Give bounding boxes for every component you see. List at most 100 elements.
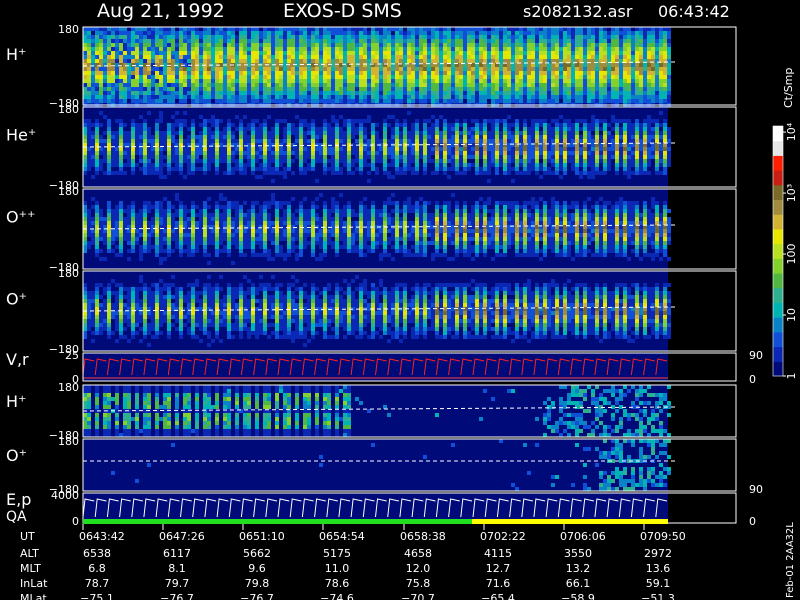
heatmap-cell [131, 127, 135, 131]
heatmap-cell [555, 35, 559, 39]
heatmap-cell [99, 27, 103, 31]
heatmap-cell [339, 71, 343, 75]
heatmap-cell [439, 47, 443, 51]
heatmap-cell [647, 95, 651, 99]
heatmap-cell [175, 237, 179, 241]
heatmap-cell [507, 43, 511, 47]
heatmap-cell [519, 131, 523, 135]
heatmap-cell [171, 83, 175, 87]
heatmap-cell [115, 119, 119, 123]
heatmap-cell [219, 131, 223, 135]
heatmap-cell [175, 151, 179, 155]
heatmap-cell [519, 55, 523, 59]
heatmap-cell [323, 51, 327, 55]
heatmap-cell [635, 31, 639, 35]
heatmap-cell [551, 159, 555, 163]
heatmap-cell [515, 35, 519, 39]
heatmap-cell [191, 91, 195, 95]
heatmap-cell [667, 127, 671, 131]
heatmap-cell [143, 139, 147, 143]
heatmap-cell [463, 131, 467, 135]
heatmap-cell [83, 135, 87, 139]
heatmap-cell [99, 39, 103, 43]
heatmap-cell [131, 95, 135, 99]
heatmap-cell [515, 139, 519, 143]
heatmap-cell [155, 83, 159, 87]
heatmap-cell [571, 51, 575, 55]
heatmap-cell [371, 167, 375, 171]
heatmap-cell [599, 155, 603, 159]
heatmap-cell [119, 55, 123, 59]
heatmap-cell [83, 159, 87, 163]
heatmap-cell [251, 123, 255, 127]
heatmap-cell [131, 171, 135, 175]
heatmap-cell [543, 155, 547, 159]
heatmap-cell [431, 127, 435, 131]
heatmap-cell [383, 35, 387, 39]
heatmap-cell [623, 155, 627, 159]
heatmap-cell [531, 43, 535, 47]
heatmap-cell [263, 27, 267, 31]
heatmap-cell [231, 27, 235, 31]
heatmap-cell [107, 135, 111, 139]
heatmap-cell [391, 79, 395, 83]
heatmap-cell [227, 147, 231, 151]
heatmap-cell [291, 51, 295, 55]
heatmap-cell [583, 119, 587, 123]
heatmap-cell [299, 71, 303, 75]
heatmap-cell [91, 151, 95, 155]
heatmap-cell [291, 159, 295, 163]
heatmap-cell [139, 151, 143, 155]
heatmap-cell [395, 147, 399, 151]
heatmap-cell [263, 147, 267, 151]
heatmap-cell [539, 147, 543, 151]
heatmap-cell [359, 63, 363, 67]
heatmap-cell [595, 139, 599, 143]
heatmap-cell [483, 87, 487, 91]
heatmap-cell [227, 67, 231, 71]
heatmap-cell [479, 51, 483, 55]
heatmap-cell [107, 147, 111, 151]
heatmap-cell [527, 83, 531, 87]
heatmap-cell [83, 151, 87, 155]
heatmap-cell [399, 139, 403, 143]
heatmap-cell [619, 135, 623, 139]
heatmap-cell [531, 135, 535, 139]
heatmap-cell [343, 139, 347, 143]
heatmap-cell [251, 147, 255, 151]
heatmap-cell [435, 75, 439, 79]
heatmap-cell [279, 155, 283, 159]
heatmap-cell [379, 91, 383, 95]
heatmap-cell [627, 87, 631, 91]
heatmap-cell [447, 67, 451, 71]
heatmap-cell [423, 127, 427, 131]
heatmap-cell [95, 209, 99, 213]
heatmap-cell [95, 221, 99, 225]
heatmap-cell [355, 147, 359, 151]
heatmap-cell [247, 123, 251, 127]
panel-0: 180−180H⁺ [6, 23, 737, 110]
heatmap-cell [427, 27, 431, 31]
heatmap-cell [591, 87, 595, 91]
heatmap-cell [395, 83, 399, 87]
heatmap-cell [147, 51, 151, 55]
heatmap-cell [395, 119, 399, 123]
heatmap-cell [231, 35, 235, 39]
heatmap-cell [91, 233, 95, 237]
heatmap-cell [223, 95, 227, 99]
heatmap-cell [231, 75, 235, 79]
heatmap-cell [99, 59, 103, 63]
heatmap-cell [195, 55, 199, 59]
heatmap-cell [207, 151, 211, 155]
heatmap-cell [179, 229, 183, 233]
heatmap-cell [647, 151, 651, 155]
heatmap-cell [351, 75, 355, 79]
heatmap-cell [531, 159, 535, 163]
heatmap-cell [619, 35, 623, 39]
heatmap-cell [355, 79, 359, 83]
heatmap-cell [199, 39, 203, 43]
heatmap-cell [115, 43, 119, 47]
heatmap-cell [475, 171, 479, 175]
heatmap-cell [547, 67, 551, 71]
heatmap-cell [143, 95, 147, 99]
